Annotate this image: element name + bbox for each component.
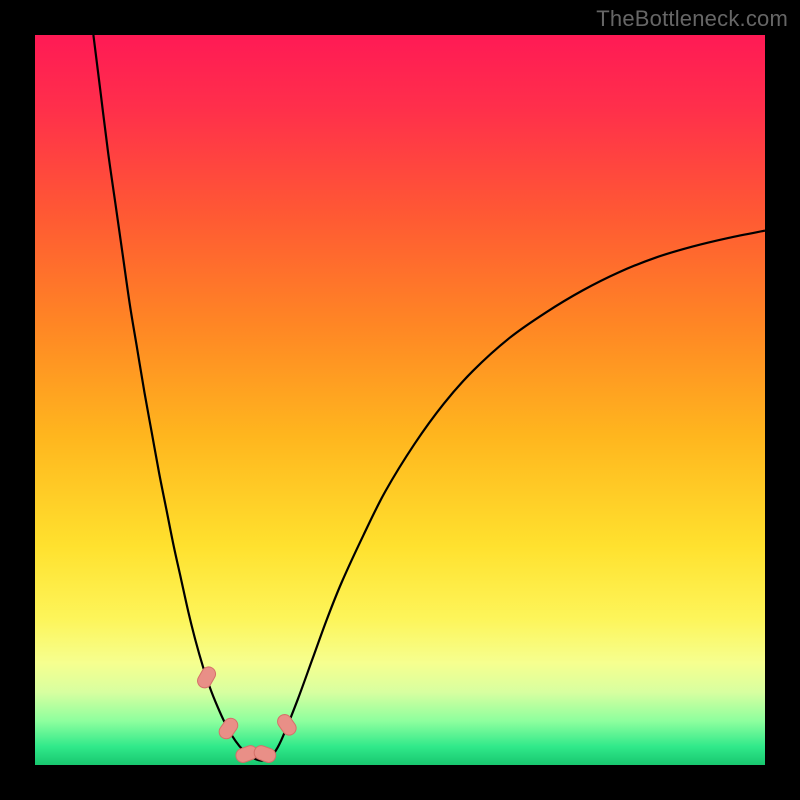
watermark-text: TheBottleneck.com — [596, 6, 788, 32]
plot-area — [35, 35, 765, 765]
heat-gradient-background — [35, 35, 765, 765]
chart-frame: TheBottleneck.com — [0, 0, 800, 800]
bottleneck-curve-chart — [35, 35, 765, 765]
